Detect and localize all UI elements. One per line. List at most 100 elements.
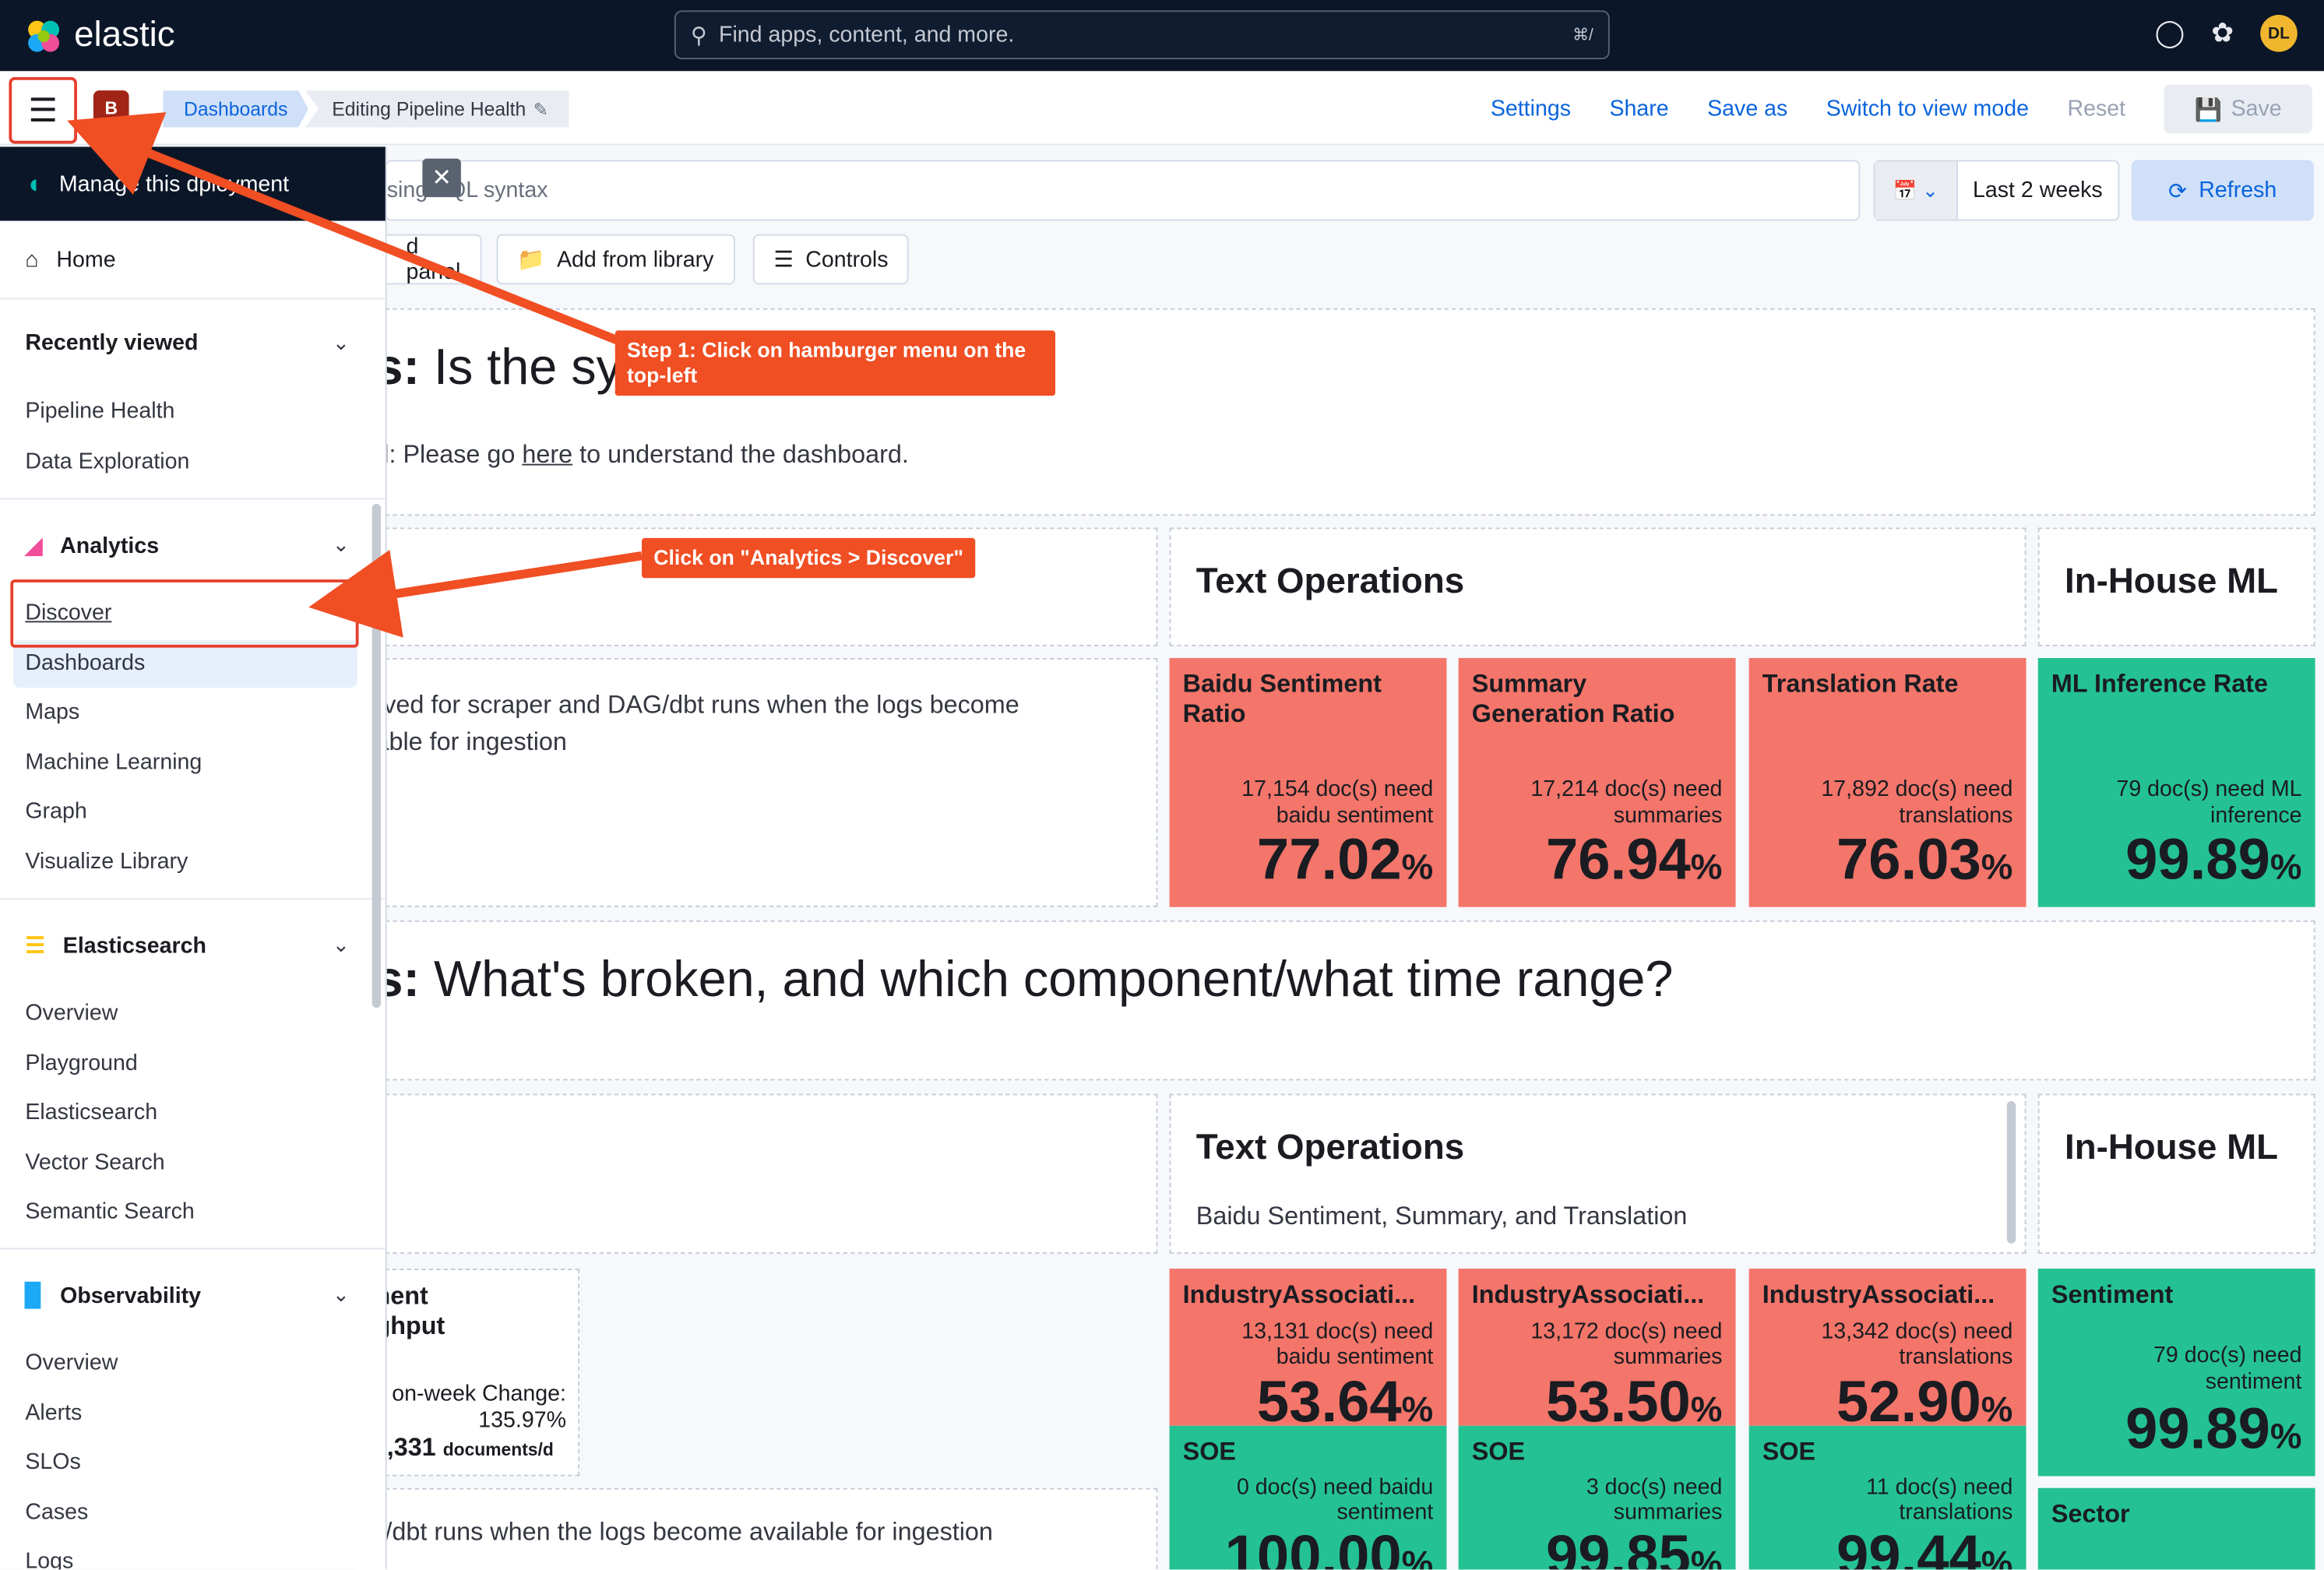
controls-button[interactable]: ☰ Controls (752, 234, 910, 285)
nav-maps[interactable]: Maps (25, 699, 79, 724)
metric-title: IndustryAssociati... (1471, 1280, 1705, 1309)
metric-sub-2: translations (1899, 803, 2013, 829)
metric-title: ML Inference Rate (2051, 670, 2268, 699)
metric-sub-1: 79 doc(s) need (2153, 1343, 2302, 1368)
step1-callout: Step 1: Click on hamburger menu on the t… (614, 330, 1056, 396)
breadcrumb-dashboards[interactable]: Dashboards (163, 90, 309, 128)
pencil-icon[interactable]: ✎ (533, 99, 548, 120)
news-feed-icon[interactable]: ✿ (2211, 18, 2234, 49)
chevron-down-icon[interactable]: ⌄ (333, 532, 350, 557)
chevron-down-icon[interactable]: ⌄ (333, 932, 350, 957)
manage-deployment-link[interactable]: ◖ Manage this dployment (0, 146, 386, 221)
metric-title: Sector (2051, 1499, 2130, 1529)
metric-sub-1: 13,131 doc(s) need (1241, 1318, 1434, 1345)
kibana-icon: ◢ (25, 533, 43, 559)
save-as-button[interactable]: Save as (1707, 97, 1787, 121)
metric-summary-generation[interactable]: Summary Generation Ratio 17,214 doc(s) n… (1458, 657, 1736, 907)
nav-slos[interactable]: SLOs (25, 1449, 80, 1474)
nav-es-overview[interactable]: Overview (25, 1001, 118, 1026)
date-picker[interactable]: 📅 ⌄ Last 2 weeks (1873, 160, 2120, 221)
add-from-library-button[interactable]: 📁 Add from library (496, 234, 735, 285)
metric-soe-translation[interactable]: SOE 11 doc(s) need translations 99.44% (1748, 1425, 2026, 1570)
text-operations-panel: Text Operations (1169, 527, 2026, 646)
elasticsearch-icon: ☰ (25, 933, 45, 959)
switch-view-mode-button[interactable]: Switch to view mode (1826, 97, 2029, 121)
nav-observability-head[interactable]: ▉ Observability (25, 1282, 201, 1308)
calendar-icon[interactable]: 📅 ⌄ (1875, 161, 1958, 220)
here-link[interactable]: here (522, 440, 572, 468)
nav-home[interactable]: ⌂ Home (25, 248, 115, 273)
nav-machine-learning[interactable]: Machine Learning (25, 750, 202, 775)
inhouse-ml-panel: In-House ML (2037, 527, 2315, 646)
nav-recent-pipeline-health[interactable]: Pipeline Health (25, 399, 174, 424)
metric-industry-summary[interactable]: IndustryAssociati... 13,172 doc(s) need … (1458, 1269, 1736, 1426)
nav-playground[interactable]: Playground (25, 1051, 137, 1075)
close-nav-button[interactable]: ✕ (422, 158, 461, 198)
add-panel-label: d panel (406, 234, 461, 285)
save-label: Save (2231, 96, 2282, 122)
metric-title: SOE (1762, 1438, 1816, 1466)
throughput-unit: documents/d (442, 1438, 554, 1460)
metric-soe-summary[interactable]: SOE 3 doc(s) need summaries 99.85% (1458, 1425, 1736, 1570)
kql-query-input[interactable]: sing KQL syntax (385, 160, 1861, 221)
chevron-down-icon[interactable]: ⌄ (333, 330, 350, 355)
nav-observability-label: Observability (60, 1283, 202, 1308)
metric-value: 99.85% (1546, 1525, 1723, 1570)
nav-divider (0, 1248, 386, 1250)
nav-cases[interactable]: Cases (25, 1500, 88, 1525)
metric-value: 99.89% (2125, 1397, 2302, 1462)
nav-alerts[interactable]: Alerts (25, 1400, 82, 1425)
nav-scrollbar[interactable] (371, 504, 382, 1009)
nav-recent-data-exploration[interactable]: Data Exploration (25, 449, 189, 474)
nav-obs-overview[interactable]: Overview (25, 1350, 118, 1375)
space-avatar[interactable]: B (93, 90, 129, 126)
nav-recent-label: Recently viewed (25, 330, 199, 356)
hamburger-menu-button[interactable]: ☰ (9, 76, 77, 144)
query-placeholder: sing KQL syntax (386, 178, 548, 203)
metric-baidu-sentiment[interactable]: Baidu Sentiment Ratio 17,154 doc(s) need… (1169, 657, 1447, 907)
metric-value: 100.00% (1224, 1525, 1434, 1570)
nav-elasticsearch[interactable]: Elasticsearch (25, 1100, 157, 1125)
nav-graph[interactable]: Graph (25, 799, 86, 824)
help-icon[interactable]: ◯ (2155, 18, 2185, 49)
nav-recent-head[interactable]: Recently viewed (25, 330, 198, 355)
nav-elasticsearch-head[interactable]: ☰ Elasticsearch (25, 932, 206, 959)
nav-analytics-label: Analytics (60, 533, 160, 558)
nav-analytics-head[interactable]: ◢ Analytics (25, 532, 159, 558)
step1-line1: Step 1: Click on hamburger menu on the (627, 337, 1026, 362)
settings-button[interactable]: Settings (1491, 97, 1571, 121)
refresh-button[interactable]: ⟳ Refresh (2131, 160, 2314, 221)
metric-soe-sentiment[interactable]: SOE 0 doc(s) need baidu sentiment 100.00… (1169, 1425, 1447, 1570)
metric-industry-sentiment[interactable]: IndustryAssociati... 13,131 doc(s) need … (1169, 1269, 1447, 1426)
metric-ml-inference[interactable]: ML Inference Rate 79 doc(s) need ML infe… (2037, 657, 2315, 907)
metric-industry-translation[interactable]: IndustryAssociati... 13,342 doc(s) need … (1748, 1269, 2026, 1426)
metric-sub-2: baidu sentiment (1276, 1344, 1434, 1370)
close-icon: ✕ (431, 166, 452, 192)
share-button[interactable]: Share (1609, 97, 1668, 121)
menu-icon: ☰ (28, 91, 58, 128)
text-operations-panel-2: Text Operations Baidu Sentiment, Summary… (1169, 1093, 2026, 1255)
metric-sentiment[interactable]: Sentiment 79 doc(s) need sentiment 99.89… (2037, 1269, 2315, 1477)
nav-visualize-library[interactable]: Visualize Library (25, 849, 188, 874)
nav-semantic-search[interactable]: Semantic Search (25, 1199, 194, 1224)
nav-divider (0, 297, 386, 300)
chevron-down-icon[interactable]: ⌄ (333, 1282, 350, 1307)
manage-deployment-label: Manage this dployment (58, 171, 290, 197)
sliders-icon: ☰ (773, 247, 794, 273)
user-avatar[interactable]: DL (2260, 15, 2298, 52)
inhouse-ml-title-2: In-House ML (2065, 1128, 2279, 1168)
nav-vector-search[interactable]: Vector Search (25, 1150, 164, 1175)
bottom-note: i/dbt runs when the logs become availabl… (379, 1517, 993, 1546)
metric-title: Baidu Sentiment Ratio (1182, 670, 1382, 728)
metric-value: 99.89% (2125, 828, 2302, 892)
metric-sector[interactable]: Sector (2037, 1487, 2315, 1570)
nav-dashboards[interactable]: Dashboards (25, 650, 145, 675)
global-search-input[interactable]: ⚲ Find apps, content, and more. ⌘/ (674, 10, 1610, 60)
panel-scrollbar[interactable] (2006, 1101, 2016, 1244)
nav-logs[interactable]: Logs (25, 1549, 73, 1570)
save-button[interactable]: 💾 Save (2164, 84, 2312, 134)
metric-sub-2: translations (1899, 1499, 2013, 1526)
elastic-logo[interactable]: elastic (23, 15, 175, 56)
metric-translation-rate[interactable]: Translation Rate 17,892 doc(s) need tran… (1748, 657, 2026, 907)
reset-button[interactable]: Reset (2067, 97, 2125, 121)
